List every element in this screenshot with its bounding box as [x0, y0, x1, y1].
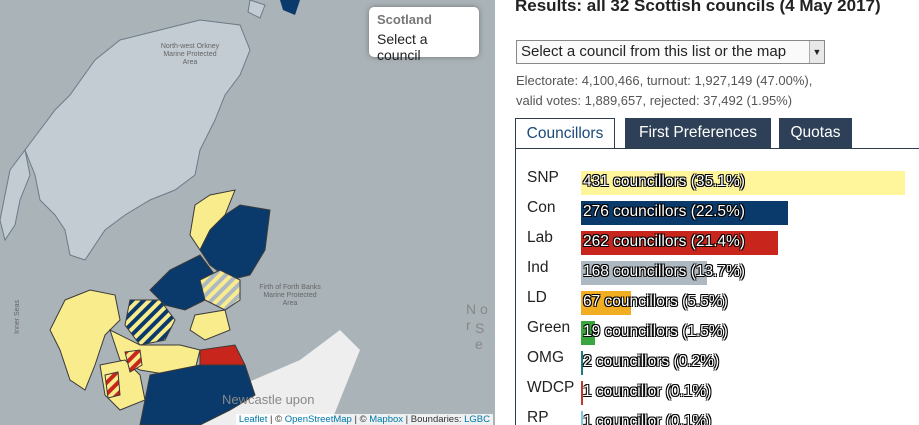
lgbc-link[interactable]: LGBC	[464, 414, 490, 425]
tab-quotas[interactable]: Quotas	[779, 118, 852, 148]
dropdown-arrow-icon[interactable]: ▼	[809, 41, 824, 63]
leaflet-link[interactable]: Leaflet	[239, 414, 268, 425]
label-newcastle: Newcastle upon	[222, 392, 315, 407]
party-row: OMG 2 councillors (0.2%)	[516, 347, 919, 377]
map-info-title: Scotland	[377, 12, 432, 27]
party-name: Lab	[527, 229, 553, 246]
results-title: Results: all 32 Scottish councils (4 May…	[515, 0, 881, 15]
results-panel: Results: all 32 Scottish councils (4 May…	[495, 0, 919, 425]
mapbox-link[interactable]: Mapbox	[369, 414, 403, 425]
tab-councillors[interactable]: Councillors	[515, 118, 615, 149]
map-tiles	[0, 0, 360, 425]
label-inner-seas: Inner Seas	[14, 300, 21, 334]
tab-first-preferences[interactable]: First Preferences	[625, 118, 771, 148]
party-row: Con 276 councillors (22.5%)	[516, 197, 919, 227]
party-seats-label: 431 councillors (35.1%)	[583, 173, 745, 190]
region-stirling	[124, 299, 176, 346]
party-seats-label: 1 councillor (0.1%)	[583, 413, 712, 425]
osm-link[interactable]: OpenStreetMap	[285, 414, 352, 425]
stats-valid-votes: valid votes: 1,889,657, rejected: 37,492…	[516, 93, 793, 108]
party-name: OMG	[527, 349, 565, 366]
label-forth-mpa: Firth of Forth Banks Marine Protected Ar…	[259, 284, 321, 307]
party-row: Green 19 councillors (1.5%)	[516, 317, 919, 347]
party-seats-label: 67 councillors (5.5%)	[583, 293, 728, 310]
council-select[interactable]: Select a council from this list or the m…	[516, 40, 825, 64]
party-row: RP 1 councillor (0.1%)	[516, 407, 919, 425]
party-row: WDCP 1 councillor (0.1%)	[516, 377, 919, 407]
map-info-subtitle: Select a council	[377, 31, 428, 63]
party-seats-label: 262 councillors (21.4%)	[583, 233, 745, 250]
party-seats-label: 168 councillors (13.7%)	[583, 263, 745, 280]
party-name: WDCP	[527, 379, 575, 396]
party-seats-label: 276 councillors (22.5%)	[583, 203, 745, 220]
party-name: LD	[527, 289, 547, 306]
label-north-sea-2: S e	[475, 320, 485, 352]
party-seats-label: 1 councillor (0.1%)	[583, 383, 712, 400]
party-row: Ind 168 councillors (13.7%)	[516, 257, 919, 287]
party-row: LD 67 councillors (5.5%)	[516, 287, 919, 317]
stats-electorate: Electorate: 4,100,466, turnout: 1,927,14…	[516, 73, 813, 88]
party-name: Ind	[527, 259, 549, 276]
party-seats-label: 19 councillors (1.5%)	[583, 323, 728, 340]
party-row: SNP 431 councillors (35.1%)	[516, 167, 919, 197]
map-info-control: Scotland Select a council	[369, 7, 479, 63]
party-name: Con	[527, 199, 556, 216]
council-map[interactable]: North-west Orkney Marine Protected Area …	[0, 0, 495, 425]
council-select-value: Select a council from this list or the m…	[521, 43, 787, 60]
region-fife	[189, 309, 231, 341]
turnout-stats: Electorate: 4,100,466, turnout: 1,927,14…	[516, 71, 812, 111]
label-orkney-mpa: North-west Orkney Marine Protected Area	[160, 43, 220, 66]
party-name: SNP	[527, 169, 559, 186]
party-name: Green	[527, 319, 571, 336]
party-row: Lab 262 councillors (21.4%)	[516, 227, 919, 257]
councillors-bar-chart: SNP 431 councillors (35.1%) Con 276 council…	[515, 148, 919, 425]
party-seats-label: 2 councillors (0.2%)	[583, 353, 720, 370]
map-attribution: Leaflet | © OpenStreetMap | © Mapbox | B…	[235, 414, 493, 425]
party-name: RP	[527, 409, 549, 425]
